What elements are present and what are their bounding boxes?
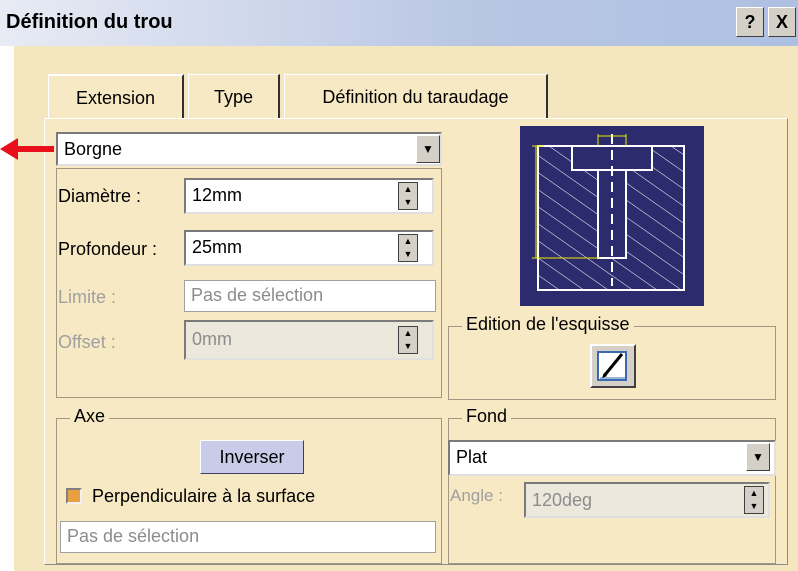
diameter-value: 12mm bbox=[192, 185, 243, 205]
limit-label: Limite : bbox=[58, 287, 117, 307]
angle-input[interactable]: 120deg bbox=[524, 482, 770, 518]
perpendicular-checkbox[interactable] bbox=[66, 488, 82, 504]
angle-label: Angle : bbox=[450, 486, 503, 505]
axis-selection-field[interactable]: Pas de sélection bbox=[60, 521, 436, 553]
arrow-pointer-icon bbox=[0, 138, 54, 160]
depth-input[interactable]: 25mm bbox=[184, 230, 434, 266]
hole-type-dropdown-button[interactable]: ▼ bbox=[416, 135, 440, 163]
diameter-input[interactable]: 12mm bbox=[184, 178, 434, 214]
angle-value: 120deg bbox=[532, 490, 593, 510]
angle-spinner[interactable]: ▲ ▼ bbox=[744, 486, 764, 514]
edit-sketch-button[interactable] bbox=[590, 344, 636, 388]
offset-spinner[interactable]: ▲ ▼ bbox=[398, 326, 418, 354]
offset-label: Offset : bbox=[58, 332, 116, 352]
bottom-type-select[interactable]: Plat bbox=[448, 440, 776, 476]
hole-diagram bbox=[520, 126, 704, 306]
help-button[interactable]: ? bbox=[736, 7, 764, 37]
title-bar: Définition du trou ? X bbox=[0, 0, 798, 46]
sketch-pencil-icon bbox=[597, 351, 627, 381]
offset-input[interactable]: 0mm bbox=[184, 320, 434, 360]
bottom-type-value: Plat bbox=[456, 447, 488, 467]
diameter-label: Diamètre : bbox=[58, 186, 142, 206]
window-title: Définition du trou bbox=[6, 11, 173, 33]
axis-group-label: Axe bbox=[70, 406, 110, 427]
depth-value: 25mm bbox=[192, 237, 243, 257]
perpendicular-label: Perpendiculaire à la surface bbox=[92, 486, 316, 506]
bottom-type-dropdown-button[interactable]: ▼ bbox=[746, 443, 770, 471]
limit-selection-field[interactable]: Pas de sélection bbox=[184, 280, 436, 312]
reverse-button[interactable]: Inverser bbox=[200, 440, 304, 474]
hole-type-select[interactable]: Borgne bbox=[56, 132, 442, 166]
tab-extension[interactable]: Extension bbox=[48, 74, 184, 118]
sketch-edition-group-label: Edition de l'esquisse bbox=[462, 314, 634, 335]
diameter-spinner[interactable]: ▲ ▼ bbox=[398, 182, 418, 210]
depth-label: Profondeur : bbox=[58, 239, 158, 259]
tab-thread-definition[interactable]: Définition du taraudage bbox=[284, 74, 548, 118]
bottom-group-label: Fond bbox=[462, 406, 512, 427]
close-button[interactable]: X bbox=[768, 7, 796, 37]
tab-type[interactable]: Type bbox=[188, 74, 280, 118]
depth-spinner[interactable]: ▲ ▼ bbox=[398, 234, 418, 262]
hole-type-value: Borgne bbox=[64, 139, 123, 159]
offset-value: 0mm bbox=[192, 329, 232, 349]
